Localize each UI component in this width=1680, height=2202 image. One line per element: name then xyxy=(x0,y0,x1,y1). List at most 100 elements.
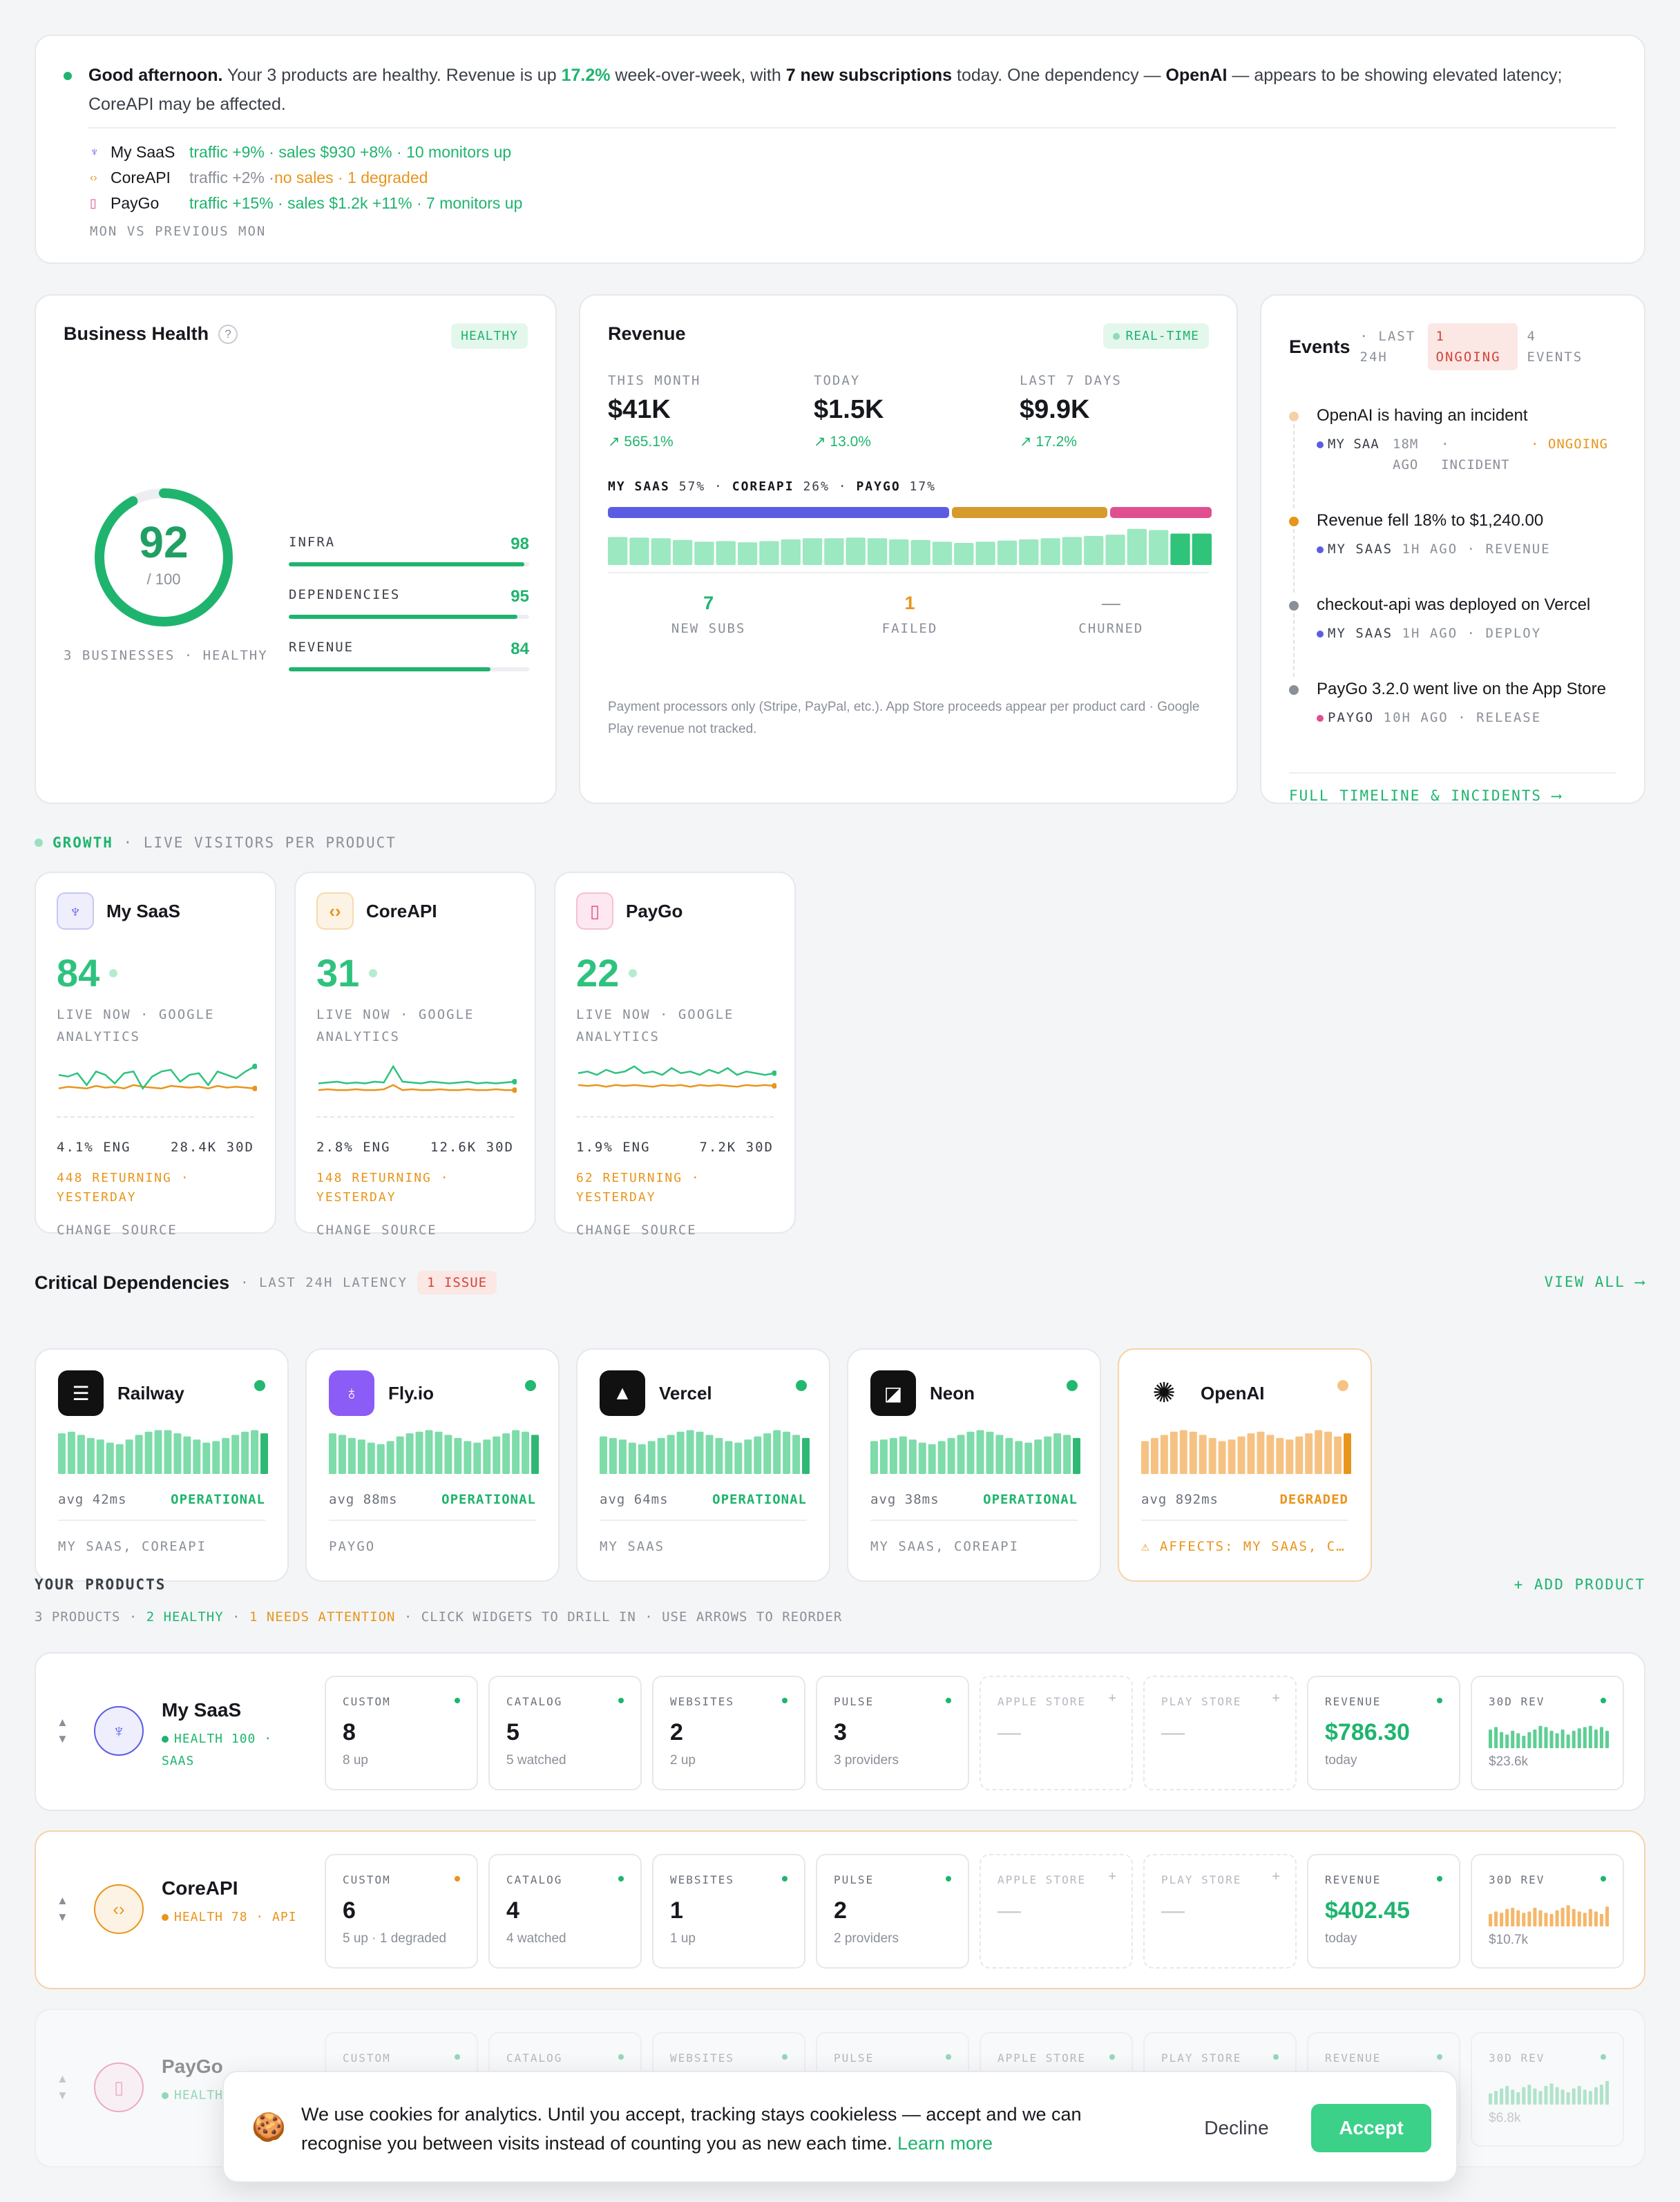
latency-chart[interactable] xyxy=(600,1427,810,1474)
status-dot xyxy=(1337,1380,1348,1391)
revenue-bar xyxy=(1511,2089,1515,2105)
summary-product-mysaas[interactable]: ♆ My SaaS traffic +9% · sales $930 +8% ·… xyxy=(90,140,522,165)
widget-websites[interactable]: WEBSITES 22 up xyxy=(652,1676,805,1790)
accept-button[interactable]: Accept xyxy=(1311,2104,1431,2152)
growth-card[interactable]: ♆ My SaaS 84 LIVE NOW · GOOGLE ANALYTICS … xyxy=(35,872,276,1238)
revenue-today: TODAY $1.5K ↗ 13.0% xyxy=(814,373,884,450)
help-icon[interactable]: ? xyxy=(218,324,238,344)
latency-bar xyxy=(600,1436,607,1474)
kpi-failed[interactable]: 1 FAILED xyxy=(809,593,1010,636)
widget-custom[interactable]: CUSTOM 88 up xyxy=(325,1676,478,1790)
latency-bar xyxy=(396,1436,404,1474)
revenue-bar xyxy=(1522,1736,1526,1748)
full-timeline-link[interactable]: FULL TIMELINE & INCIDENTS ⟶ xyxy=(1289,787,1562,804)
reorder-arrows[interactable]: ▲ ▼ xyxy=(57,1893,68,1926)
change-source-link[interactable]: CHANGE SOURCE xyxy=(316,1223,514,1238)
dependency-status: OPERATIONAL xyxy=(983,1492,1078,1507)
business-health-card[interactable]: Business Health? HEALTHY 92 / 100 3 BUSI… xyxy=(35,294,557,804)
widget-apple-store[interactable]: APPLE STORE + — xyxy=(980,1676,1133,1790)
summary-product-coreapi[interactable]: ‹› CoreAPI traffic +2% · no sales · 1 de… xyxy=(90,165,522,191)
growth-card[interactable]: ‹› CoreAPI 31 LIVE NOW · GOOGLE ANALYTICS… xyxy=(294,872,536,1238)
view-all-link[interactable]: VIEW ALL ⟶ xyxy=(1545,1274,1645,1290)
revenue-bar xyxy=(1538,1910,1543,1926)
event-item[interactable]: checkout-api was deployed on Vercel MY S… xyxy=(1289,595,1619,677)
reorder-arrows[interactable]: ▲ ▼ xyxy=(57,1714,68,1748)
visitors-sparkline[interactable] xyxy=(576,1059,777,1103)
widget-apple-store[interactable]: APPLE STORE + — xyxy=(980,1854,1133,1969)
dependency-card-vercel[interactable]: ▲ Vercel avg 64ms OPERATIONAL MY SAAS xyxy=(576,1348,830,1582)
latency-bar xyxy=(183,1436,191,1474)
revenue-bar xyxy=(1522,1913,1526,1926)
revenue-bar xyxy=(1572,2088,1576,2105)
status-dot xyxy=(455,1698,460,1703)
latency-chart[interactable] xyxy=(329,1427,539,1474)
kpi-new-subs[interactable]: 7 NEW SUBS xyxy=(608,593,809,636)
revenue-bar xyxy=(1494,1727,1498,1748)
widget-pulse[interactable]: PULSE 22 providers xyxy=(816,1854,969,1969)
revenue-bar xyxy=(1505,2086,1509,2105)
revenue-last-7-days: LAST 7 DAYS $9.9K ↗ 17.2% xyxy=(1020,373,1122,450)
widget-catalog[interactable]: CATALOG 55 watched xyxy=(488,1676,642,1790)
widget-play-store[interactable]: PLAY STORE + — xyxy=(1143,1854,1297,1969)
widget-pulse[interactable]: PULSE 33 providers xyxy=(816,1676,969,1790)
split-segment xyxy=(608,507,949,518)
product-row[interactable]: ▲ ▼ ♆ My SaaS HEALTH 100 · SAAS CUSTOM 88… xyxy=(35,1652,1645,1811)
event-item[interactable]: OpenAI is having an incident MY SAA 18M … xyxy=(1289,406,1619,508)
latency-chart[interactable] xyxy=(870,1427,1080,1474)
latency-bar xyxy=(222,1437,230,1474)
kpi-churned[interactable]: — CHURNED xyxy=(1011,593,1212,636)
dependency-card-openai[interactable]: ✺ OpenAI avg 892ms DEGRADED ⚠ AFFECTS: MY … xyxy=(1118,1348,1372,1582)
summary-product-paygo[interactable]: ▯ PayGo traffic +15% · sales $1.2k +11% … xyxy=(90,191,522,216)
status-dot xyxy=(525,1380,536,1391)
events-card[interactable]: Events · LAST 24H 1 ONGOING 4 EVENTS Ope… xyxy=(1260,294,1645,804)
growth-card[interactable]: ▯ PayGo 22 LIVE NOW · GOOGLE ANALYTICS 1.… xyxy=(554,872,796,1238)
widget-play-store[interactable]: PLAY STORE + — xyxy=(1143,1676,1297,1790)
latency-bar xyxy=(1237,1436,1245,1474)
revenue-bar xyxy=(1527,1911,1531,1926)
latency-bar xyxy=(657,1437,665,1474)
daily-summary: Good afternoon. Your 3 products are heal… xyxy=(35,35,1645,264)
daily-revenue-chart[interactable] xyxy=(608,528,1212,565)
widget-30d-rev[interactable]: 30D REV $23.6k xyxy=(1471,1676,1624,1790)
openai-icon: ✺ xyxy=(1141,1370,1187,1416)
product-row[interactable]: ▲ ▼ ‹› CoreAPI HEALTH 78 · API CUSTOM 65 … xyxy=(35,1830,1645,1989)
widget-custom[interactable]: CUSTOM 65 up · 1 degraded xyxy=(325,1854,478,1969)
dependency-card-railway[interactable]: ☰ Railway avg 42ms OPERATIONAL MY SAAS, CO… xyxy=(35,1348,289,1582)
status-dot xyxy=(946,1698,951,1703)
widget-30d-rev[interactable]: 30D REV $10.7k xyxy=(1471,1854,1624,1969)
visitors-sparkline[interactable] xyxy=(316,1059,517,1103)
widget-websites[interactable]: WEBSITES 11 up xyxy=(652,1854,805,1969)
dependency-card-flyio[interactable]: ♁ Fly.io avg 88ms OPERATIONAL PAYGO xyxy=(305,1348,560,1582)
decline-button[interactable]: Decline xyxy=(1181,2104,1292,2152)
latency-bar xyxy=(870,1441,878,1474)
widget-revenue[interactable]: REVENUE $786.30 today xyxy=(1307,1676,1460,1790)
change-source-link[interactable]: CHANGE SOURCE xyxy=(576,1223,774,1238)
widget-catalog[interactable]: CATALOG 44 watched xyxy=(488,1854,642,1969)
latency-bar xyxy=(734,1442,743,1474)
latency-bar xyxy=(957,1435,965,1474)
reorder-arrows[interactable]: ▲ ▼ xyxy=(57,2071,68,2104)
status-dot xyxy=(254,1380,265,1391)
add-product-button[interactable]: + ADD PRODUCT xyxy=(1514,1576,1645,1593)
event-item[interactable]: Revenue fell 18% to $1,240.00 MY SAAS 1H… xyxy=(1289,511,1619,593)
latency-bar xyxy=(1179,1430,1187,1474)
product-avatar: ‹› xyxy=(94,1884,144,1934)
latency-bar xyxy=(1295,1436,1304,1474)
learn-more-link[interactable]: Learn more xyxy=(897,2133,993,2154)
latency-chart[interactable] xyxy=(1141,1427,1351,1474)
latency-chart[interactable] xyxy=(58,1427,268,1474)
dependency-card-neon[interactable]: ◪ Neon avg 38ms OPERATIONAL MY SAAS, COREA… xyxy=(847,1348,1101,1582)
add-icon: + xyxy=(1108,1869,1116,1884)
widget-30d-rev[interactable]: 30D REV $6.8k xyxy=(1471,2032,1624,2147)
sparkline-endpoint xyxy=(512,1087,517,1093)
event-item[interactable]: PayGo 3.2.0 went live on the App Store P… xyxy=(1289,680,1619,728)
metric-dependencies: DEPENDENCIES 95 xyxy=(289,587,529,619)
latency-bar xyxy=(338,1435,346,1474)
change-source-link[interactable]: CHANGE SOURCE xyxy=(57,1223,254,1238)
widget-revenue[interactable]: REVENUE $402.45 today xyxy=(1307,1854,1460,1969)
revenue-card[interactable]: Revenue REAL-TIME THIS MONTH $41K ↗ 565.1%… xyxy=(579,294,1238,804)
latency-bar xyxy=(647,1441,656,1474)
health-footer: 3 BUSINESSES · HEALTHY xyxy=(64,648,268,663)
visitors-sparkline[interactable] xyxy=(57,1059,258,1103)
revenue-day-bar xyxy=(759,541,779,565)
